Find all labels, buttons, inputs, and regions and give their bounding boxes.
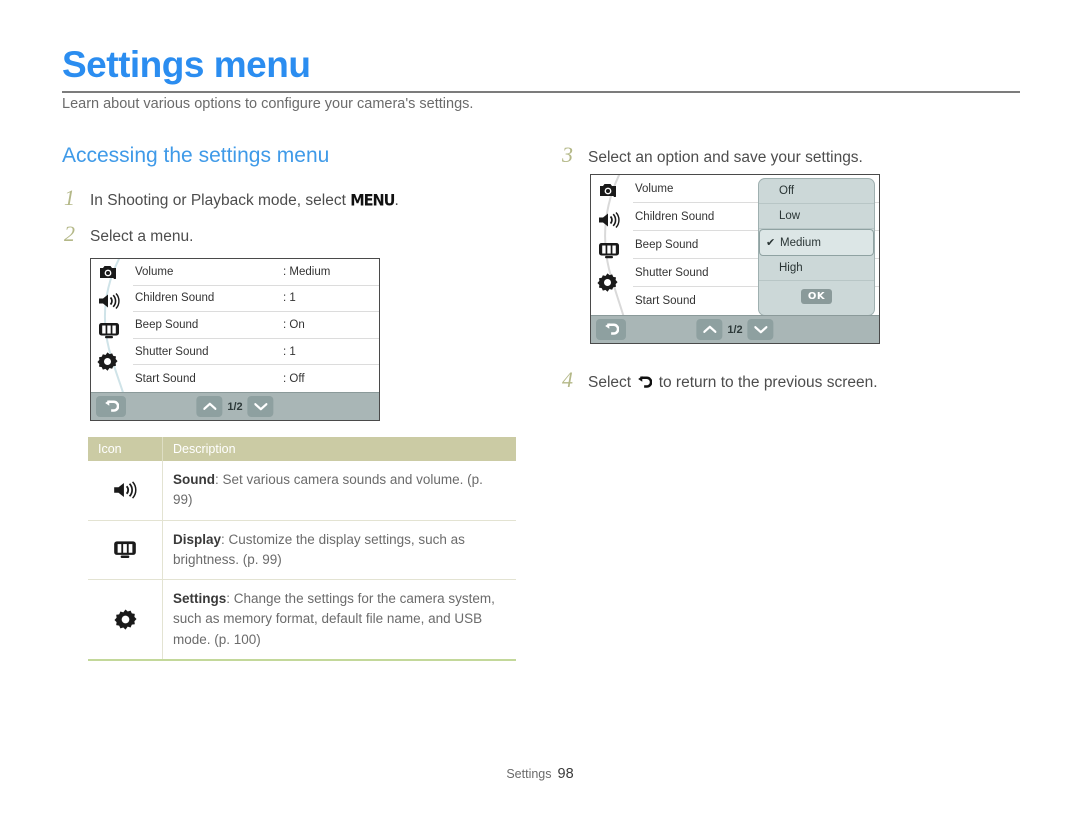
display-icon (88, 521, 162, 580)
check-icon: ✔ (766, 237, 776, 249)
volume-options-dropdown: Off Low ✔ Medium High OK (758, 178, 875, 316)
icon-description-table: Icon Description Sound: Set various came… (88, 437, 516, 661)
screen-2-icon-rail (591, 175, 633, 317)
dropdown-option-medium[interactable]: ✔ Medium (759, 229, 874, 256)
table-row: Sound: Set various camera sounds and vol… (88, 461, 516, 521)
table-cell-text: : Set various camera sounds and volume. … (173, 472, 483, 508)
menu-row-value: : Off (283, 372, 305, 385)
screen-2-toolbar: 1/2 (591, 315, 879, 343)
screen-1-body: Volume : Medium Children Sound : 1 Beep … (91, 259, 379, 394)
step-2-number: 2 (64, 221, 75, 246)
step-1-text: In Shooting or Playback mode, select MEN… (90, 192, 399, 210)
step-1-number: 1 (64, 185, 75, 210)
menu-row-children-sound[interactable]: Children Sound : 1 (133, 286, 379, 313)
page-indicator: 1/2 (727, 323, 743, 336)
section-heading: Accessing the settings menu (62, 144, 330, 167)
step-4-text-after: to return to the previous screen. (654, 374, 878, 391)
menu-row-start-sound[interactable]: Start Sound : Off (133, 365, 379, 392)
sound-icon (88, 461, 162, 520)
page-subtitle: Learn about various options to configure… (62, 96, 474, 112)
step-2: 2 Select a menu. (64, 221, 193, 247)
settings-gear-icon (88, 580, 162, 659)
camera-screen-menu-list: Volume : Medium Children Sound : 1 Beep … (90, 258, 380, 421)
chevron-down-icon[interactable] (747, 319, 774, 340)
settings-gear-icon[interactable] (597, 272, 627, 298)
menu-button-glyph: MENU (350, 192, 395, 210)
settings-gear-icon[interactable] (97, 351, 127, 377)
screen-1-rows: Volume : Medium Children Sound : 1 Beep … (133, 259, 379, 392)
menu-row-label: Children Sound (135, 292, 215, 305)
step-3-number: 3 (562, 142, 573, 167)
step-2-text: Select a menu. (90, 228, 194, 245)
dropdown-option-high[interactable]: High (759, 256, 874, 281)
chevron-up-icon[interactable] (196, 396, 223, 417)
page-indicator: 1/2 (227, 400, 243, 413)
table-row: Settings: Change the settings for the ca… (88, 580, 516, 659)
screen-2-body: Volume Children Sound Beep Sound Shutter… (591, 175, 879, 317)
table-header-row: Icon Description (88, 437, 516, 461)
dropdown-footer: OK (759, 281, 874, 311)
page-title: Settings menu (62, 44, 311, 85)
camera-screen-option-dropdown: Volume Children Sound Beep Sound Shutter… (590, 174, 880, 344)
footer-page-number: 98 (557, 766, 574, 782)
table-row: Display: Customize the display settings,… (88, 520, 516, 580)
chevron-down-icon[interactable] (247, 396, 274, 417)
step-4: 4 Select to return to the previous scree… (562, 367, 878, 394)
table-cell-description: Sound: Set various camera sounds and vol… (162, 461, 516, 520)
page-footer: Settings 98 (0, 766, 1080, 782)
dropdown-option-label: Medium (780, 236, 821, 249)
screen-1-toolbar: 1/2 (91, 392, 379, 420)
camera-icon[interactable] (597, 181, 627, 207)
menu-row-value: : 1 (283, 345, 296, 358)
sound-icon[interactable] (97, 292, 127, 318)
table-cell-description: Display: Customize the display settings,… (162, 520, 516, 579)
back-arrow-icon[interactable] (96, 396, 126, 417)
display-icon[interactable] (97, 321, 127, 347)
step-1-text-before: In Shooting or Playback mode, select (90, 192, 351, 209)
step-1-text-after: . (394, 192, 399, 209)
table-cell-description: Settings: Change the settings for the ca… (162, 580, 516, 659)
menu-row-label: Beep Sound (135, 318, 199, 331)
table-cell-title: Display (173, 531, 222, 547)
menu-row-volume[interactable]: Volume : Medium (133, 259, 379, 286)
title-divider (62, 91, 1020, 93)
dropdown-option-low[interactable]: Low (759, 204, 874, 229)
table-cell-title: Settings (173, 591, 227, 606)
screen-1-icon-rail (91, 259, 133, 394)
menu-row-beep-sound[interactable]: Beep Sound : On (133, 312, 379, 339)
sound-icon[interactable] (597, 211, 627, 237)
step-3: 3 Select an option and save your setting… (562, 142, 863, 168)
step-3-text: Select an option and save your settings. (588, 149, 863, 166)
menu-row-value: : 1 (283, 292, 296, 305)
table-header-description: Description (162, 437, 516, 461)
dropdown-option-label: Off (779, 185, 795, 197)
screen-1-pager: 1/2 (196, 396, 274, 417)
manual-page: Settings menu Learn about various option… (0, 0, 1080, 815)
step-4-number: 4 (562, 367, 573, 392)
footer-label: Settings (506, 767, 552, 781)
back-arrow-icon (637, 376, 653, 394)
menu-row-label: Start Sound (135, 372, 196, 385)
chevron-up-icon[interactable] (696, 319, 723, 340)
menu-row-label: Volume (135, 265, 174, 278)
back-arrow-icon[interactable] (596, 319, 626, 340)
dropdown-option-off[interactable]: Off (759, 179, 874, 204)
camera-icon[interactable] (97, 263, 127, 289)
screen-2-pager: 1/2 (696, 319, 774, 340)
menu-row-value: : On (283, 318, 305, 331)
display-icon[interactable] (597, 241, 627, 267)
step-4-text: Select to return to the previous screen. (588, 374, 878, 394)
step-1: 1 In Shooting or Playback mode, select M… (64, 185, 399, 211)
table-cell-title: Sound (173, 472, 215, 487)
dropdown-option-label: High (779, 262, 803, 274)
menu-row-label: Shutter Sound (135, 345, 209, 358)
step-4-text-before: Select (588, 374, 636, 391)
ok-button[interactable]: OK (800, 288, 833, 304)
menu-row-shutter-sound[interactable]: Shutter Sound : 1 (133, 339, 379, 366)
table-header-icon: Icon (98, 442, 122, 456)
dropdown-option-label: Low (779, 210, 801, 222)
menu-row-value: : Medium (283, 265, 331, 278)
